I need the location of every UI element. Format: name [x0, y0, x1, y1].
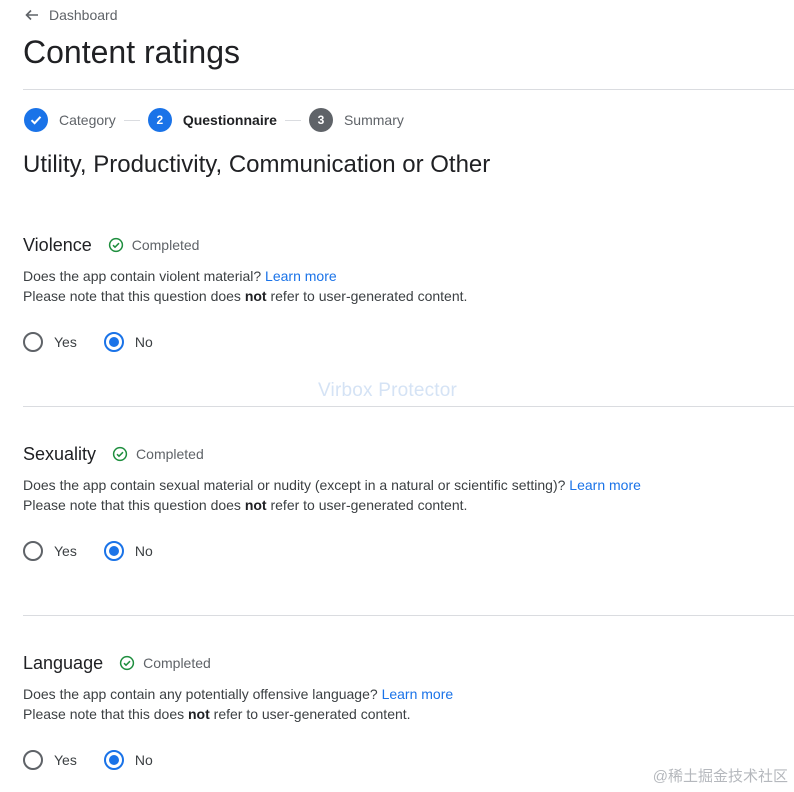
- option-label: Yes: [54, 752, 77, 768]
- step-questionnaire[interactable]: 2 Questionnaire: [147, 108, 277, 132]
- question-text: Does the app contain sexual material or …: [23, 475, 641, 515]
- option-label: No: [134, 334, 153, 350]
- section-language: Language Completed Does the app contain …: [23, 651, 794, 781]
- section-sexuality: Sexuality Completed Does the app contain…: [23, 442, 794, 572]
- option-label: No: [134, 752, 153, 768]
- option-no[interactable]: No: [103, 332, 153, 352]
- section-divider: [23, 406, 794, 407]
- radio-no[interactable]: [103, 750, 124, 770]
- note-text: Please note that this does: [23, 706, 188, 722]
- note-text-end: refer to user-generated content.: [209, 706, 411, 722]
- status-label: Completed: [143, 655, 211, 671]
- step-label: Questionnaire: [182, 112, 277, 128]
- radio-yes[interactable]: [23, 541, 43, 561]
- note-emphasis: not: [244, 497, 267, 513]
- status-badge: Completed: [108, 237, 200, 253]
- option-yes[interactable]: Yes: [23, 332, 77, 352]
- step-category[interactable]: Category: [24, 108, 116, 132]
- status-label: Completed: [131, 237, 200, 253]
- step-connector: [284, 119, 301, 121]
- stepper: Category 2 Questionnaire 3 Summary: [24, 108, 404, 132]
- question-text: Does the app contain violent material? L…: [23, 266, 467, 306]
- option-no[interactable]: No: [103, 750, 153, 770]
- section-title: Violence: [23, 234, 92, 255]
- answer-options: Yes No: [23, 540, 180, 562]
- section-divider: [23, 615, 794, 616]
- option-no[interactable]: No: [103, 541, 153, 561]
- step-label: Category: [59, 112, 116, 128]
- answer-options: Yes No: [23, 749, 180, 771]
- learn-more-link[interactable]: Learn more: [265, 268, 337, 284]
- note-emphasis: not: [188, 706, 210, 722]
- question-text: Does the app contain any potentially off…: [23, 684, 453, 724]
- note-text: Please note that this question does: [23, 288, 245, 304]
- header-divider: [23, 89, 794, 90]
- check-circle-icon: [108, 237, 123, 253]
- corner-watermark: @稀土掘金技术社区: [652, 768, 788, 785]
- check-icon: [24, 108, 48, 132]
- radio-no[interactable]: [103, 541, 124, 561]
- step-summary[interactable]: 3 Summary: [308, 108, 404, 132]
- category-title: Utility, Productivity, Communication or …: [23, 151, 491, 178]
- note-text-end: refer to user-generated content.: [266, 288, 468, 304]
- back-label: Dashboard: [49, 7, 118, 23]
- question-label: Does the app contain any potentially off…: [23, 686, 378, 702]
- learn-more-link[interactable]: Learn more: [382, 686, 454, 702]
- step-number: 3: [308, 108, 333, 132]
- section-violence: Violence Completed Does the app contain …: [23, 233, 794, 363]
- option-label: Yes: [54, 334, 77, 350]
- step-connector: [123, 119, 140, 121]
- back-to-dashboard-link[interactable]: Dashboard: [24, 6, 118, 24]
- section-title: Sexuality: [23, 443, 97, 464]
- section-title: Language: [23, 652, 104, 673]
- radio-yes[interactable]: [23, 332, 43, 352]
- page-title: Content ratings: [23, 34, 241, 70]
- step-label: Summary: [343, 112, 404, 128]
- question-label: Does the app contain sexual material or …: [23, 477, 566, 493]
- radio-no[interactable]: [103, 332, 124, 352]
- status-badge: Completed: [119, 655, 211, 671]
- status-label: Completed: [136, 446, 204, 462]
- answer-options: Yes No: [23, 331, 180, 353]
- arrow-back-icon: [25, 9, 38, 21]
- watermark: Virbox Protector: [318, 380, 458, 401]
- radio-yes[interactable]: [23, 750, 43, 770]
- option-yes[interactable]: Yes: [23, 541, 77, 561]
- check-circle-icon: [112, 446, 128, 462]
- note-text: Please note that this question does: [23, 497, 245, 513]
- status-badge: Completed: [112, 446, 204, 462]
- step-number: 2: [147, 108, 172, 132]
- question-label: Does the app contain violent material?: [23, 268, 262, 284]
- option-label: No: [134, 543, 153, 559]
- note-emphasis: not: [244, 288, 267, 304]
- note-text-end: refer to user-generated content.: [266, 497, 468, 513]
- option-yes[interactable]: Yes: [23, 750, 77, 770]
- option-label: Yes: [54, 543, 77, 559]
- learn-more-link[interactable]: Learn more: [569, 477, 641, 493]
- check-circle-icon: [119, 655, 135, 671]
